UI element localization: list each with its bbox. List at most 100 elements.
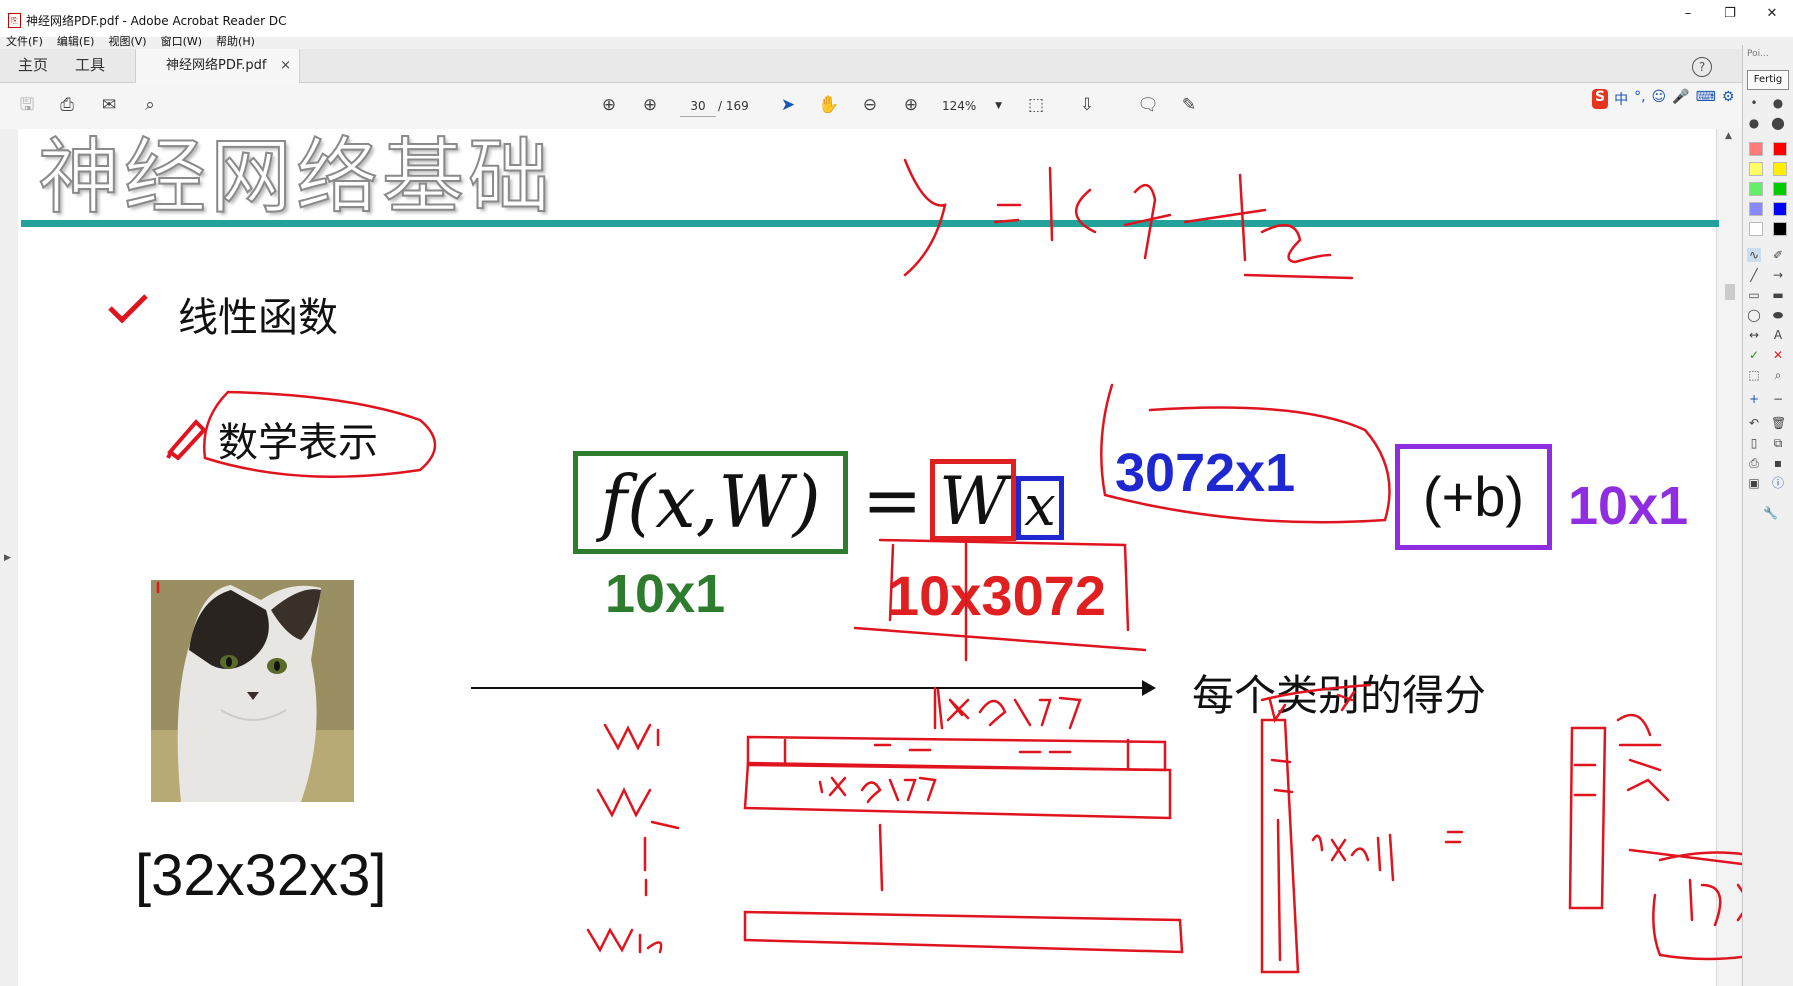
color-swatch-white[interactable] (1749, 222, 1763, 236)
menu-help[interactable]: 帮助(H) (216, 33, 255, 49)
window-controls: – ❐ ✕ (1667, 6, 1793, 21)
pointer-icon[interactable]: • (1747, 96, 1761, 110)
tab-home[interactable]: 主页 (18, 49, 48, 82)
color-swatch-light-green[interactable] (1749, 182, 1763, 196)
close-window-button[interactable]: ✕ (1751, 6, 1793, 21)
menu-file[interactable]: 文件(F) (6, 33, 43, 49)
ime-keyboard-icon[interactable]: ⌨ (1696, 89, 1716, 109)
large-dot-icon[interactable]: ● (1771, 115, 1785, 131)
cross-tool-icon[interactable]: ✕ (1771, 348, 1785, 362)
menu-view[interactable]: 视图(V) (108, 33, 146, 49)
color-swatch-light-yellow[interactable] (1749, 162, 1763, 176)
hand-tool-icon[interactable]: ✋ (818, 94, 840, 116)
zoom-select[interactable]: 124% ▼ (942, 96, 1002, 116)
ime-voice-icon[interactable]: 🎤 (1672, 89, 1689, 109)
ime-emoji-icon[interactable]: ☺ (1652, 89, 1667, 109)
select-tool-icon[interactable]: ➤ (777, 94, 799, 116)
check-tool-icon[interactable]: ✓ (1747, 348, 1761, 362)
crop-icon[interactable]: ⬚ (1747, 368, 1761, 382)
ime-punct[interactable]: °, (1634, 89, 1645, 109)
input-box: x (1016, 476, 1064, 540)
undo-icon[interactable]: ↶ (1747, 416, 1761, 430)
save-icon[interactable]: 🖫 (16, 94, 38, 116)
acrobat-icon: ⎘ (8, 13, 21, 28)
highlight-pen-icon[interactable]: ✎ (1178, 94, 1200, 116)
tab-document-label: 神经网络PDF.pdf (166, 58, 267, 73)
prev-page-icon[interactable]: ⊕ (598, 94, 620, 116)
close-tab-icon[interactable]: × (280, 49, 291, 83)
tab-document[interactable]: 神经网络PDF.pdf × (135, 49, 300, 83)
scroll-mode-icon[interactable]: ⇩ (1076, 94, 1098, 116)
sogou-logo-icon[interactable]: S (1592, 89, 1609, 109)
plus-icon[interactable]: + (1747, 392, 1761, 406)
left-nav-pane: ▶ (0, 129, 19, 986)
menu-edit[interactable]: 编辑(E) (57, 33, 95, 49)
menu-bar: 文件(F) 编辑(E) 视图(V) 窗口(W) 帮助(H) (6, 33, 255, 49)
cat-image (151, 580, 354, 802)
title-underline (21, 220, 1719, 227)
color-swatch-light-blue[interactable] (1749, 202, 1763, 216)
zoom-value: 124% (942, 99, 977, 113)
vertical-scrollbar[interactable]: ▲ (1716, 129, 1743, 986)
next-page-icon[interactable]: ⊕ (639, 94, 661, 116)
color-swatch-green[interactable] (1773, 182, 1787, 196)
zoom-out-icon[interactable]: ⊖ (859, 94, 881, 116)
arrow-right-icon (1142, 680, 1156, 696)
tab-tools[interactable]: 工具 (75, 49, 105, 82)
chevron-down-icon: ▼ (995, 101, 1002, 111)
magnify-icon[interactable]: ⌕ (1771, 368, 1785, 382)
image-dimensions: [32x32x3] (135, 843, 387, 908)
dot-icon[interactable]: ● (1771, 96, 1785, 110)
menu-window[interactable]: 窗口(W) (161, 33, 202, 49)
bullet-linear-function: 线性函数 (178, 295, 338, 341)
scroll-up-icon[interactable]: ▲ (1725, 131, 1732, 141)
info-icon[interactable]: ⓘ (1771, 476, 1785, 490)
wrench-icon[interactable]: 🔧 (1763, 506, 1778, 520)
color-swatch-yellow[interactable] (1773, 162, 1787, 176)
expand-left-pane-icon[interactable]: ▶ (4, 553, 11, 563)
formula-equals: = (862, 458, 923, 542)
formula-lhs-box: f(x,W) (573, 451, 848, 554)
color-swatch-red[interactable] (1773, 142, 1787, 156)
copy-icon[interactable]: ⧉ (1771, 436, 1785, 450)
pencil-icon (166, 419, 207, 460)
comment-icon[interactable]: 🗨 (1137, 94, 1159, 116)
rectangle-icon[interactable]: ▭ (1747, 288, 1761, 302)
ime-toolbar: S 中 °, ☺ 🎤 ⌨ ⚙ (1592, 89, 1734, 109)
page-total: / 169 (718, 99, 749, 113)
ime-mode[interactable]: 中 (1614, 89, 1628, 109)
weight-box: W (930, 459, 1016, 541)
double-arrow-icon[interactable]: ↔ (1747, 328, 1761, 342)
zoom-in-icon[interactable]: ⊕ (900, 94, 922, 116)
new-page-icon[interactable]: ▯ (1747, 436, 1761, 450)
filled-ellipse-icon[interactable]: ⬬ (1771, 308, 1785, 322)
color-swatch-blue[interactable] (1773, 202, 1787, 216)
scroll-thumb[interactable] (1725, 284, 1735, 300)
color-swatch-black[interactable] (1773, 222, 1787, 236)
help-icon[interactable]: ? (1692, 57, 1712, 77)
line-icon[interactable]: ╱ (1747, 268, 1761, 282)
done-button[interactable]: Fertig (1747, 70, 1789, 90)
restore-button[interactable]: ❐ (1709, 6, 1751, 21)
page-number-input[interactable]: 30 (680, 96, 716, 117)
small-dot-icon[interactable]: ● (1747, 116, 1761, 130)
screen-icon[interactable]: ▣ (1747, 476, 1761, 490)
bias-box: (+b) (1395, 444, 1552, 550)
page-fit-icon[interactable]: ⬚ (1025, 94, 1047, 116)
print-palette-icon[interactable]: ⎙ (1747, 456, 1761, 470)
color-swatch-light-red[interactable] (1749, 142, 1763, 156)
text-tool-icon[interactable]: A (1771, 328, 1785, 342)
filled-rectangle-icon[interactable]: ▬ (1771, 288, 1785, 302)
freehand-icon[interactable]: ∿ (1747, 248, 1761, 262)
tab-bar: 主页 工具 神经网络PDF.pdf × (0, 49, 1742, 83)
ellipse-icon[interactable]: ◯ (1747, 308, 1761, 322)
checkmark-icon (108, 294, 148, 324)
trash-icon[interactable]: 🗑 (1771, 416, 1786, 430)
save-palette-icon[interactable]: ▪ (1771, 456, 1785, 470)
minus-icon[interactable]: − (1771, 392, 1785, 406)
ime-settings-icon[interactable]: ⚙ (1722, 89, 1735, 109)
minimize-button[interactable]: – (1667, 6, 1709, 21)
eraser-icon[interactable]: ✐ (1771, 248, 1785, 262)
arrow-tool-icon[interactable]: → (1771, 268, 1785, 282)
lhs-dimension: 10x1 (605, 564, 726, 624)
